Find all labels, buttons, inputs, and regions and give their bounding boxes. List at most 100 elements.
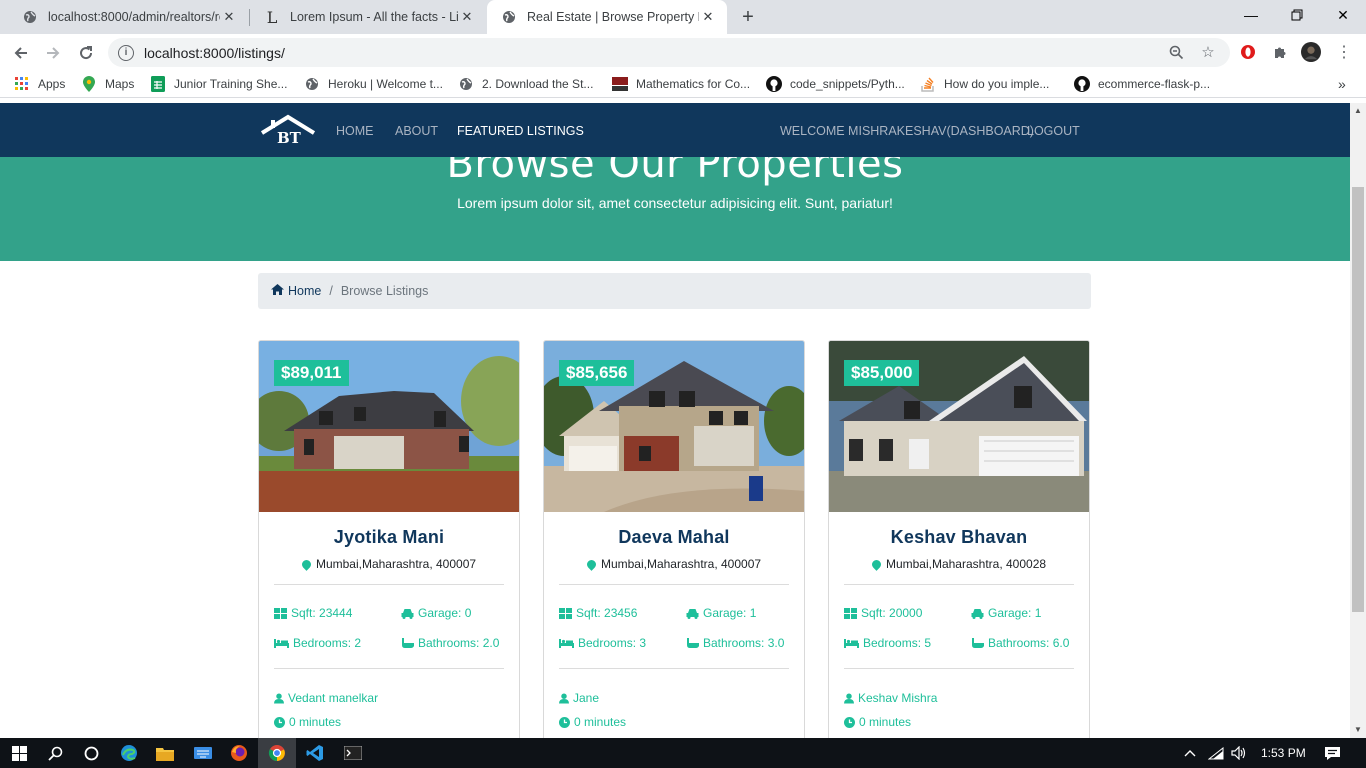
bookmark-mathematics[interactable]: Mathematics for Co... — [612, 76, 750, 92]
breadcrumb-current: Browse Listings — [340, 284, 429, 298]
listing-realtor[interactable]: Keshav Mishra — [844, 691, 937, 705]
forward-icon[interactable] — [40, 40, 66, 66]
listing-garage: Garage: 1 — [686, 606, 756, 620]
listing-realtor[interactable]: Jane — [559, 691, 599, 705]
nav-welcome-dashboard-link[interactable]: WELCOME MISHRAKESHAV(DASHBOARD) — [780, 124, 1034, 138]
nav-featured-listings-link[interactable]: FEATURED LISTINGS — [457, 124, 584, 138]
search-icon[interactable] — [36, 738, 74, 768]
bookmark-label: ecommerce-flask-p... — [1098, 77, 1211, 91]
breadcrumb-home-link[interactable]: Home — [271, 284, 321, 298]
bookmark-label: Apps — [38, 77, 66, 91]
listing-bathrooms: Bathrooms: 2.0 — [401, 636, 499, 650]
show-hidden-icons-chevron-icon[interactable] — [1184, 738, 1196, 768]
opera-extension-icon[interactable] — [1238, 42, 1258, 62]
logo-text: BT — [277, 129, 301, 147]
scroll-down-arrow-icon[interactable]: ▼ — [1354, 725, 1362, 734]
listing-bedrooms: Bedrooms: 5 — [844, 636, 931, 650]
listing-address: Mumbai,Maharashtra, 400028 — [829, 557, 1089, 571]
bookmark-star-icon[interactable]: ☆ — [1198, 42, 1218, 62]
browser-toolbar: i localhost:8000/listings/ ☆ ⋮ — [0, 34, 1366, 71]
listing-garage-text: Garage: 1 — [988, 606, 1042, 620]
nav-logout-link[interactable]: LOGOUT — [1027, 124, 1080, 138]
user-icon — [844, 693, 854, 703]
close-tab-icon[interactable]: ✕ — [220, 9, 238, 25]
listing-time: 0 minutes — [559, 715, 626, 729]
close-tab-icon[interactable]: ✕ — [699, 9, 717, 25]
listing-bedrooms: Bedrooms: 2 — [274, 636, 361, 650]
car-icon — [401, 608, 414, 619]
back-icon[interactable] — [8, 40, 34, 66]
reload-icon[interactable] — [73, 40, 99, 66]
windows-start-icon[interactable] — [0, 738, 38, 768]
bed-icon — [844, 638, 859, 648]
listing-sqft: Sqft: 20000 — [844, 606, 922, 620]
bookmark-junior-training[interactable]: Junior Training She... — [150, 76, 287, 92]
new-tab-icon[interactable]: + — [736, 4, 760, 30]
bookmark-how-do-you[interactable]: How do you imple... — [920, 76, 1049, 92]
nav-home-link[interactable]: HOME — [336, 124, 374, 138]
close-window-icon[interactable]: ✕ — [1320, 0, 1366, 30]
bookmark-download[interactable]: 2. Download the St... — [458, 76, 593, 92]
address-bar[interactable]: i localhost:8000/listings/ — [108, 38, 1230, 67]
scrollbar-thumb[interactable] — [1352, 187, 1364, 612]
listing-price-badge: $89,011 — [274, 360, 349, 386]
profile-avatar[interactable] — [1301, 42, 1321, 62]
zoom-icon[interactable] — [1166, 42, 1186, 62]
listing-sqft-text: Sqft: 23456 — [576, 606, 638, 620]
listing-card[interactable]: $89,011 Jyotika Mani Mumbai,Maharashtra,… — [258, 340, 520, 738]
chrome-icon[interactable] — [258, 738, 296, 768]
wifi-icon[interactable] — [1208, 738, 1224, 768]
edge-browser-icon[interactable] — [110, 738, 148, 768]
divider — [844, 584, 1074, 585]
bookmark-apps[interactable]: Apps — [14, 76, 65, 92]
bookmark-code-snippets[interactable]: code_snippets/Pyth... — [766, 76, 905, 92]
extensions-puzzle-icon[interactable] — [1270, 42, 1290, 62]
browser-tab-1[interactable]: localhost:8000/admin/realtors/re ✕ — [8, 0, 248, 34]
user-icon — [274, 693, 284, 703]
taskbar-clock[interactable]: 1:53 PM — [1261, 738, 1306, 768]
cortana-icon[interactable] — [72, 738, 110, 768]
browser-tab-2[interactable]: L Lorem Ipsum - All the facts - Lips ✕ — [250, 0, 486, 34]
bookmark-heroku[interactable]: Heroku | Welcome t... — [304, 76, 443, 92]
vscode-icon[interactable] — [296, 738, 334, 768]
clock-icon — [559, 716, 570, 728]
listing-bedrooms-text: Bedrooms: 3 — [578, 636, 647, 650]
volume-icon[interactable] — [1231, 738, 1247, 768]
more-bookmarks-chevron-icon[interactable]: » — [1338, 76, 1346, 92]
bookmark-ecommerce[interactable]: ecommerce-flask-p... — [1074, 76, 1210, 92]
site-info-icon[interactable]: i — [118, 44, 134, 61]
listing-garage-text: Garage: 1 — [703, 606, 757, 620]
notifications-icon[interactable] — [1324, 738, 1341, 768]
firefox-icon[interactable] — [220, 738, 258, 768]
listing-time: 0 minutes — [844, 715, 911, 729]
site-logo[interactable]: BT — [260, 114, 316, 148]
scroll-up-arrow-icon[interactable]: ▲ — [1354, 106, 1362, 115]
keyboard-app-icon[interactable] — [184, 738, 222, 768]
minimize-icon[interactable]: — — [1228, 0, 1274, 30]
listing-realtor-text: Jane — [573, 691, 600, 705]
apps-grid-icon — [14, 76, 30, 92]
listing-title: Keshav Bhavan — [890, 527, 1028, 547]
browser-tab-3-active[interactable]: Real Estate | Browse Property List ✕ — [487, 0, 727, 34]
listing-time-text: 0 minutes — [859, 715, 912, 729]
listing-card[interactable]: $85,656 Daeva Mahal Mumbai,Maharashtra, … — [543, 340, 805, 738]
page-viewport: Browse Our Properties Lorem ipsum dolor … — [0, 103, 1350, 738]
close-tab-icon[interactable]: ✕ — [458, 9, 476, 25]
listing-address-text: Mumbai,Maharashtra, 400028 — [885, 557, 1047, 571]
github-icon — [1074, 76, 1090, 92]
bookmark-maps[interactable]: Maps — [81, 76, 134, 92]
listing-time-text: 0 minutes — [574, 715, 627, 729]
listing-realtor[interactable]: Vedant manelkar — [274, 691, 378, 705]
listing-garage: Garage: 0 — [401, 606, 471, 620]
divider — [274, 668, 504, 669]
restore-icon[interactable] — [1274, 0, 1320, 30]
bath-icon — [687, 637, 699, 648]
command-prompt-icon[interactable] — [334, 738, 372, 768]
listing-card[interactable]: $85,000 Keshav Bhavan Mumbai,Maharashtra… — [828, 340, 1090, 738]
file-explorer-icon[interactable] — [146, 738, 184, 768]
page-scrollbar[interactable]: ▲ ▼ — [1350, 103, 1366, 738]
browser-menu-icon[interactable]: ⋮ — [1334, 42, 1354, 62]
stackoverflow-icon — [920, 76, 936, 92]
divider — [559, 584, 789, 585]
nav-about-link[interactable]: ABOUT — [395, 124, 438, 138]
